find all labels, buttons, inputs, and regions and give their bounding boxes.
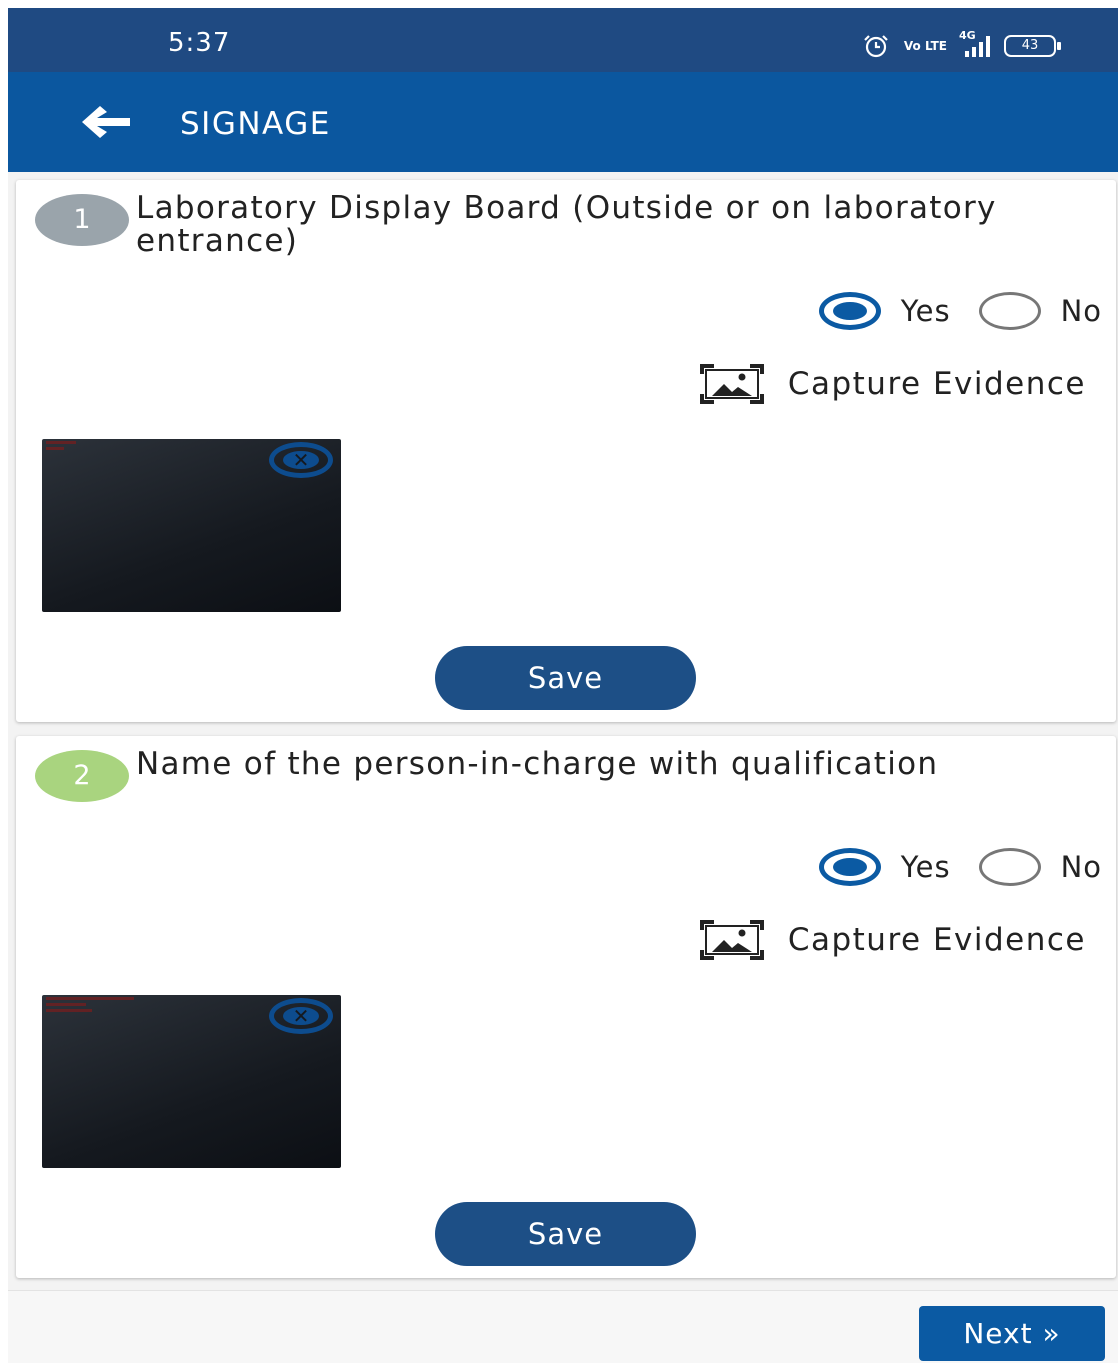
question-number-badge: 1 [35, 194, 129, 246]
save-button[interactable]: Save [435, 1202, 696, 1266]
answer-radio-group: Yes No [818, 848, 1102, 886]
close-icon: ✕ [292, 1004, 310, 1028]
network-type: 4G [959, 29, 976, 42]
volte-icon: Vo LTE [903, 39, 947, 53]
question-number-badge: 2 [35, 750, 129, 802]
yes-label: Yes [900, 850, 951, 884]
image-capture-icon [699, 364, 764, 404]
photo-timestamp-overlay [46, 441, 136, 453]
back-arrow-icon[interactable] [78, 102, 134, 142]
radio-selected-icon[interactable] [818, 848, 881, 886]
no-radio[interactable]: No [978, 292, 1102, 330]
remove-image-button[interactable]: ✕ [269, 998, 333, 1034]
alarm-icon [864, 35, 888, 58]
close-icon: ✕ [292, 448, 310, 472]
no-radio[interactable]: No [978, 848, 1102, 886]
status-bar: 5:37 Vo LTE 4G 43 [8, 8, 1118, 72]
yes-label: Yes [900, 294, 951, 328]
battery-icon: 43 [1004, 35, 1061, 57]
radio-unselected-icon[interactable] [978, 292, 1041, 330]
status-icons: Vo LTE 4G 43 [862, 29, 1061, 58]
signal-icon: 4G [959, 29, 990, 57]
no-label: No [1060, 294, 1102, 328]
yes-radio[interactable]: Yes [818, 848, 951, 886]
bottom-navigation-bar: Next » [8, 1290, 1118, 1363]
question-card-1: 1 Laboratory Display Board (Outside or o… [16, 180, 1116, 722]
question-card-2: 2 Name of the person-in-charge with qual… [16, 736, 1116, 1278]
image-capture-icon [699, 920, 764, 960]
remove-image-button[interactable]: ✕ [269, 442, 333, 478]
question-text: Laboratory Display Board (Outside or on … [136, 190, 997, 259]
capture-evidence-label: Capture Evidence [787, 922, 1086, 958]
question-list: 1 Laboratory Display Board (Outside or o… [8, 172, 1118, 1290]
status-time: 5:37 [168, 28, 231, 58]
evidence-thumbnail[interactable]: ✕ [42, 439, 341, 612]
yes-radio[interactable]: Yes [818, 292, 951, 330]
capture-evidence-label: Capture Evidence [787, 366, 1086, 402]
capture-evidence-button[interactable]: Capture Evidence [699, 364, 1086, 404]
save-button[interactable]: Save [435, 646, 696, 710]
radio-selected-icon[interactable] [818, 292, 881, 330]
radio-unselected-icon[interactable] [978, 848, 1041, 886]
battery-level: 43 [1021, 38, 1039, 53]
question-text: Name of the person-in-charge with qualif… [136, 746, 939, 782]
evidence-thumbnail[interactable]: ✕ [42, 995, 341, 1168]
photo-timestamp-overlay [46, 997, 136, 1015]
app-bar: SIGNAGE [8, 72, 1118, 172]
no-label: No [1060, 850, 1102, 884]
answer-radio-group: Yes No [818, 292, 1102, 330]
capture-evidence-button[interactable]: Capture Evidence [699, 920, 1086, 960]
page-title: SIGNAGE [180, 106, 331, 142]
next-button[interactable]: Next » [919, 1306, 1105, 1361]
